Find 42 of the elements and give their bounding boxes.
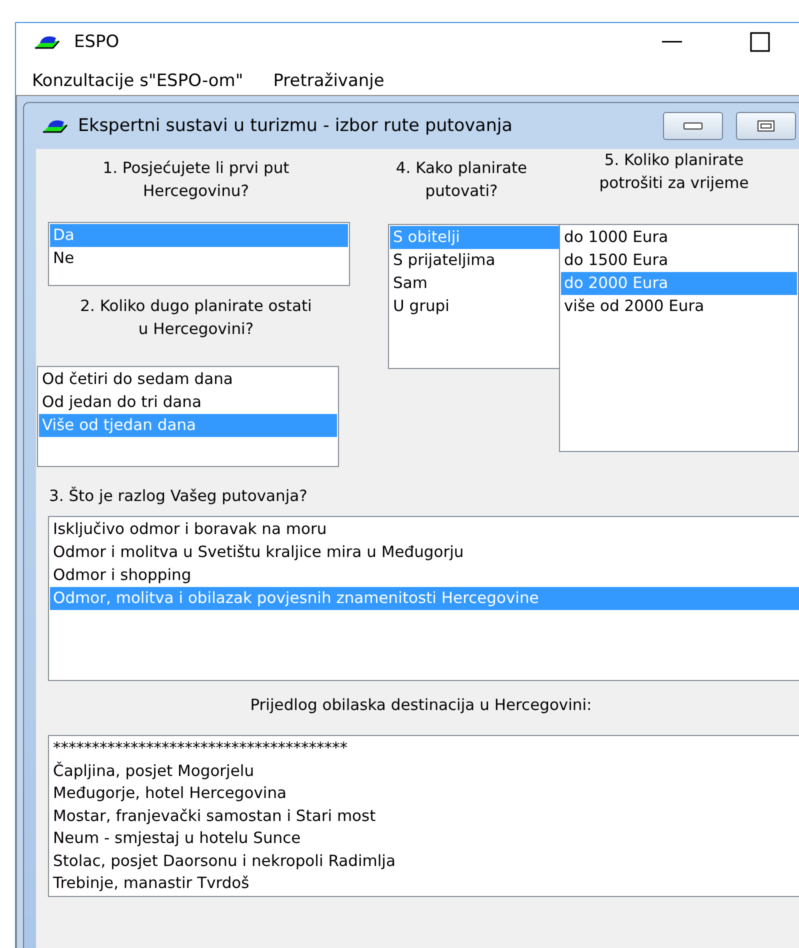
list-box[interactable]: Od četiri do sedam dana Od jedan do tri dana Više od tjedan dana (37, 366, 339, 467)
list-item[interactable]: S prijateljima (390, 249, 559, 272)
list-item[interactable]: Sam (390, 272, 559, 295)
question-label: 5. Koliko planirate potrošiti za vrijeme (598, 150, 750, 193)
minimize-icon (683, 122, 703, 130)
list-item[interactable]: više od 2000 Eura (561, 295, 797, 318)
list-box[interactable]: do 1000 Eura do 1500 Eura do 2000 Eura više od 2000 Eura (559, 224, 799, 452)
menu-item[interactable]: Konzultacije s"ESPO-om" (32, 71, 244, 91)
question-label: 1. Posjećujete li prvi put Hercegovinu? (102, 158, 290, 202)
maximize-icon (750, 32, 770, 52)
list-item[interactable]: U grupi (390, 295, 559, 318)
question-label: 2. Koliko dugo planirate ostati u Hercegovini? (79, 296, 313, 340)
list-item[interactable]: Isključivo odmor i boravak na moru (50, 518, 799, 541)
result-line: Čapljina, posjet Mogorjelu (52, 760, 256, 782)
result-line: Mostar, franjevački samostan i Stari most (52, 806, 377, 826)
list-box[interactable]: S obitelji S prijateljima Sam U grupi (388, 224, 561, 369)
menu-item[interactable]: Pretraživanje (273, 71, 384, 91)
minimize-icon (662, 41, 682, 43)
list-item[interactable]: Ne (50, 247, 348, 270)
result-line: Neum - smjestaj u hotelu Sunce (52, 828, 302, 849)
logo-icon (34, 34, 60, 50)
list-item[interactable]: do 1500 Eura (561, 249, 797, 272)
result-line: Trebinje, manastir Tvrdoš (52, 873, 250, 894)
restore-button[interactable] (736, 112, 796, 140)
list-item[interactable]: do 1000 Eura (561, 226, 797, 249)
logo-icon (42, 118, 68, 134)
result-line: ************************************** (52, 738, 348, 759)
list-item[interactable]: Odmor i molitva u Svetištu kraljice mira u Međugorju (50, 541, 799, 564)
list-item[interactable]: Odmor i shopping (50, 564, 799, 587)
window-title: ESPO (74, 32, 120, 52)
result-line: Stolac, posjet Daorsonu i nekropoli Radimlja (52, 850, 396, 872)
list-box[interactable]: Isključivo odmor i boravak na moru Odmor i molitva u Svetištu kraljice mira u Međugorju Odmor i shopping Odmor, molitva i obilazak povjesnih znamenitosti Hercegovine (48, 516, 799, 681)
list-item[interactable]: Od jedan do tri dana (39, 391, 337, 414)
result-label: Prijedlog obilaska destinacija u Hercegovini: (249, 695, 593, 716)
question-label: 4. Kako planirate putovati? (394, 158, 528, 202)
window-title: Ekspertni sustavi u turizmu - izbor rute putovanja (78, 116, 513, 136)
minimize-button[interactable] (663, 112, 723, 140)
result-line: Međugorje, hotel Hercegovina (52, 783, 288, 804)
list-item[interactable]: Od četiri do sedam dana (39, 368, 337, 391)
question-label: 3. Što je razlog Vašeg putovanja? (49, 486, 308, 507)
list-box[interactable]: Da Ne (48, 222, 350, 286)
restore-icon (757, 120, 775, 132)
